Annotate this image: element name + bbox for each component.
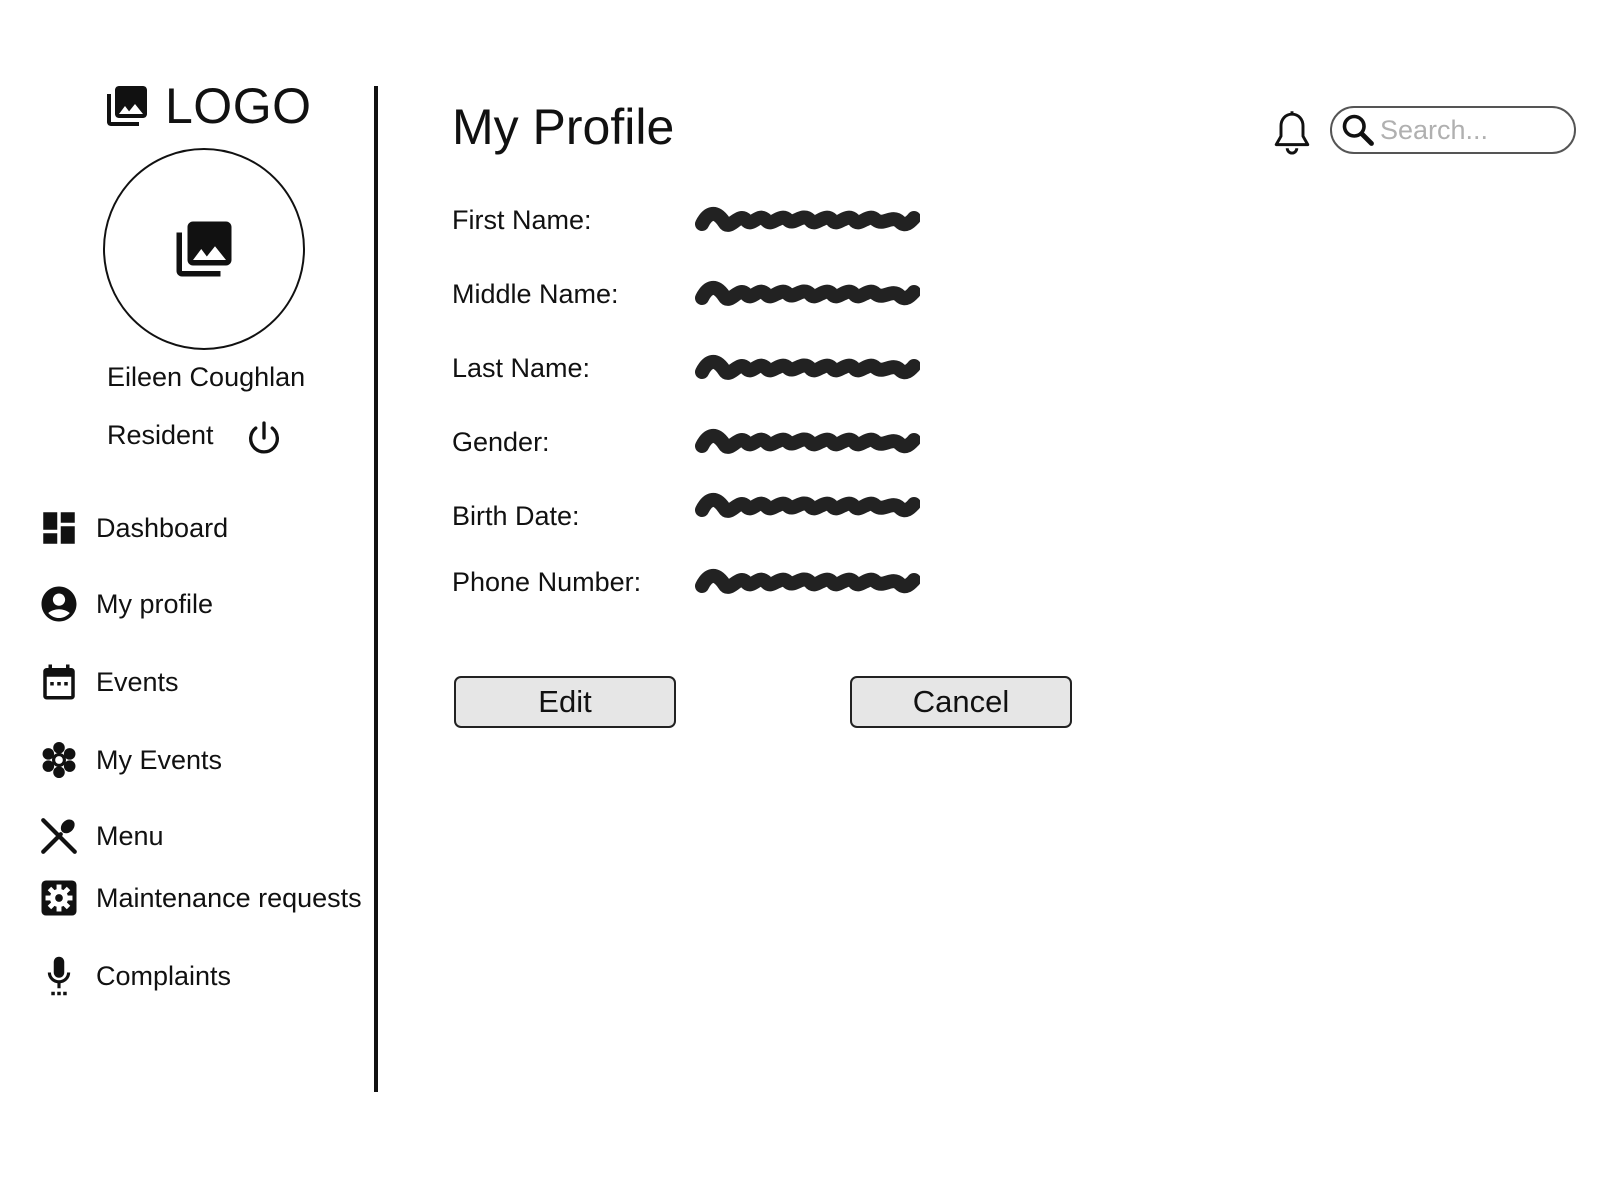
sidebar-item-my-profile[interactable]: My profile: [36, 580, 213, 628]
redacted-scribble: [695, 207, 921, 232]
first-name-label: First Name:: [452, 205, 592, 235]
search-box[interactable]: [1330, 106, 1576, 154]
sidebar-divider: [374, 86, 378, 1092]
search-icon: [1342, 114, 1374, 146]
sidebar-item-label: My profile: [96, 588, 214, 619]
account-circle-icon: [36, 581, 82, 627]
sidebar-item-label: My Events: [96, 744, 223, 775]
birth-date-label: Birth Date:: [452, 501, 580, 531]
first-name-value: [694, 198, 921, 242]
sidebar-item-label: Complaints: [96, 960, 232, 991]
redacted-scribble: [695, 281, 921, 306]
photo-library-icon: [107, 86, 147, 126]
utensils-icon: [36, 813, 82, 859]
middle-name-label: Middle Name:: [452, 279, 619, 309]
last-name-label: Last Name:: [452, 353, 591, 383]
photo-library-icon: [176, 221, 232, 277]
logo-text: LOGO: [165, 78, 312, 134]
edit-button[interactable]: Edit: [454, 676, 676, 728]
redacted-scribble: [695, 355, 921, 380]
birth-date-value: [694, 484, 921, 528]
sidebar-item-label: Dashboard: [96, 512, 229, 543]
sidebar-item-label: Maintenance requests: [96, 882, 362, 913]
dashboard-icon: [36, 505, 82, 551]
user-name: Eileen Coughlan: [107, 362, 306, 392]
sidebar-item-dashboard[interactable]: Dashboard: [36, 504, 228, 552]
gender-label: Gender:: [452, 427, 550, 457]
flower-icon: [36, 737, 82, 783]
power-icon: [249, 421, 279, 454]
user-role: Resident: [107, 420, 214, 450]
bell-icon: [1274, 111, 1310, 155]
gender-value: [694, 420, 921, 464]
logout-button[interactable]: [244, 418, 284, 458]
redacted-scribble: [695, 429, 921, 454]
redacted-scribble: [695, 493, 921, 518]
search-input[interactable]: [1380, 114, 1570, 146]
page-title: My Profile: [452, 99, 675, 155]
sidebar-item-events[interactable]: Events: [36, 658, 179, 706]
phone-number-value: [694, 560, 921, 604]
avatar[interactable]: [103, 148, 305, 350]
middle-name-value: [694, 272, 921, 316]
last-name-value: [694, 346, 921, 390]
notifications-button[interactable]: [1270, 110, 1314, 158]
sidebar-item-menu[interactable]: Menu: [36, 812, 164, 860]
sidebar-item-complaints[interactable]: Complaints: [36, 952, 231, 1000]
sidebar-item-label: Events: [96, 666, 179, 697]
settings-box-icon: [36, 875, 82, 921]
sidebar-item-my-events[interactable]: My Events: [36, 736, 222, 784]
cancel-button[interactable]: Cancel: [850, 676, 1072, 728]
phone-number-label: Phone Number:: [452, 567, 642, 597]
sidebar-item-label: Menu: [96, 820, 164, 851]
redacted-scribble: [695, 569, 921, 594]
calendar-icon: [36, 659, 82, 705]
logo[interactable]: LOGO: [101, 78, 311, 134]
sidebar-item-maintenance-requests[interactable]: Maintenance requests: [36, 874, 362, 922]
microphone-icon: [36, 953, 82, 999]
